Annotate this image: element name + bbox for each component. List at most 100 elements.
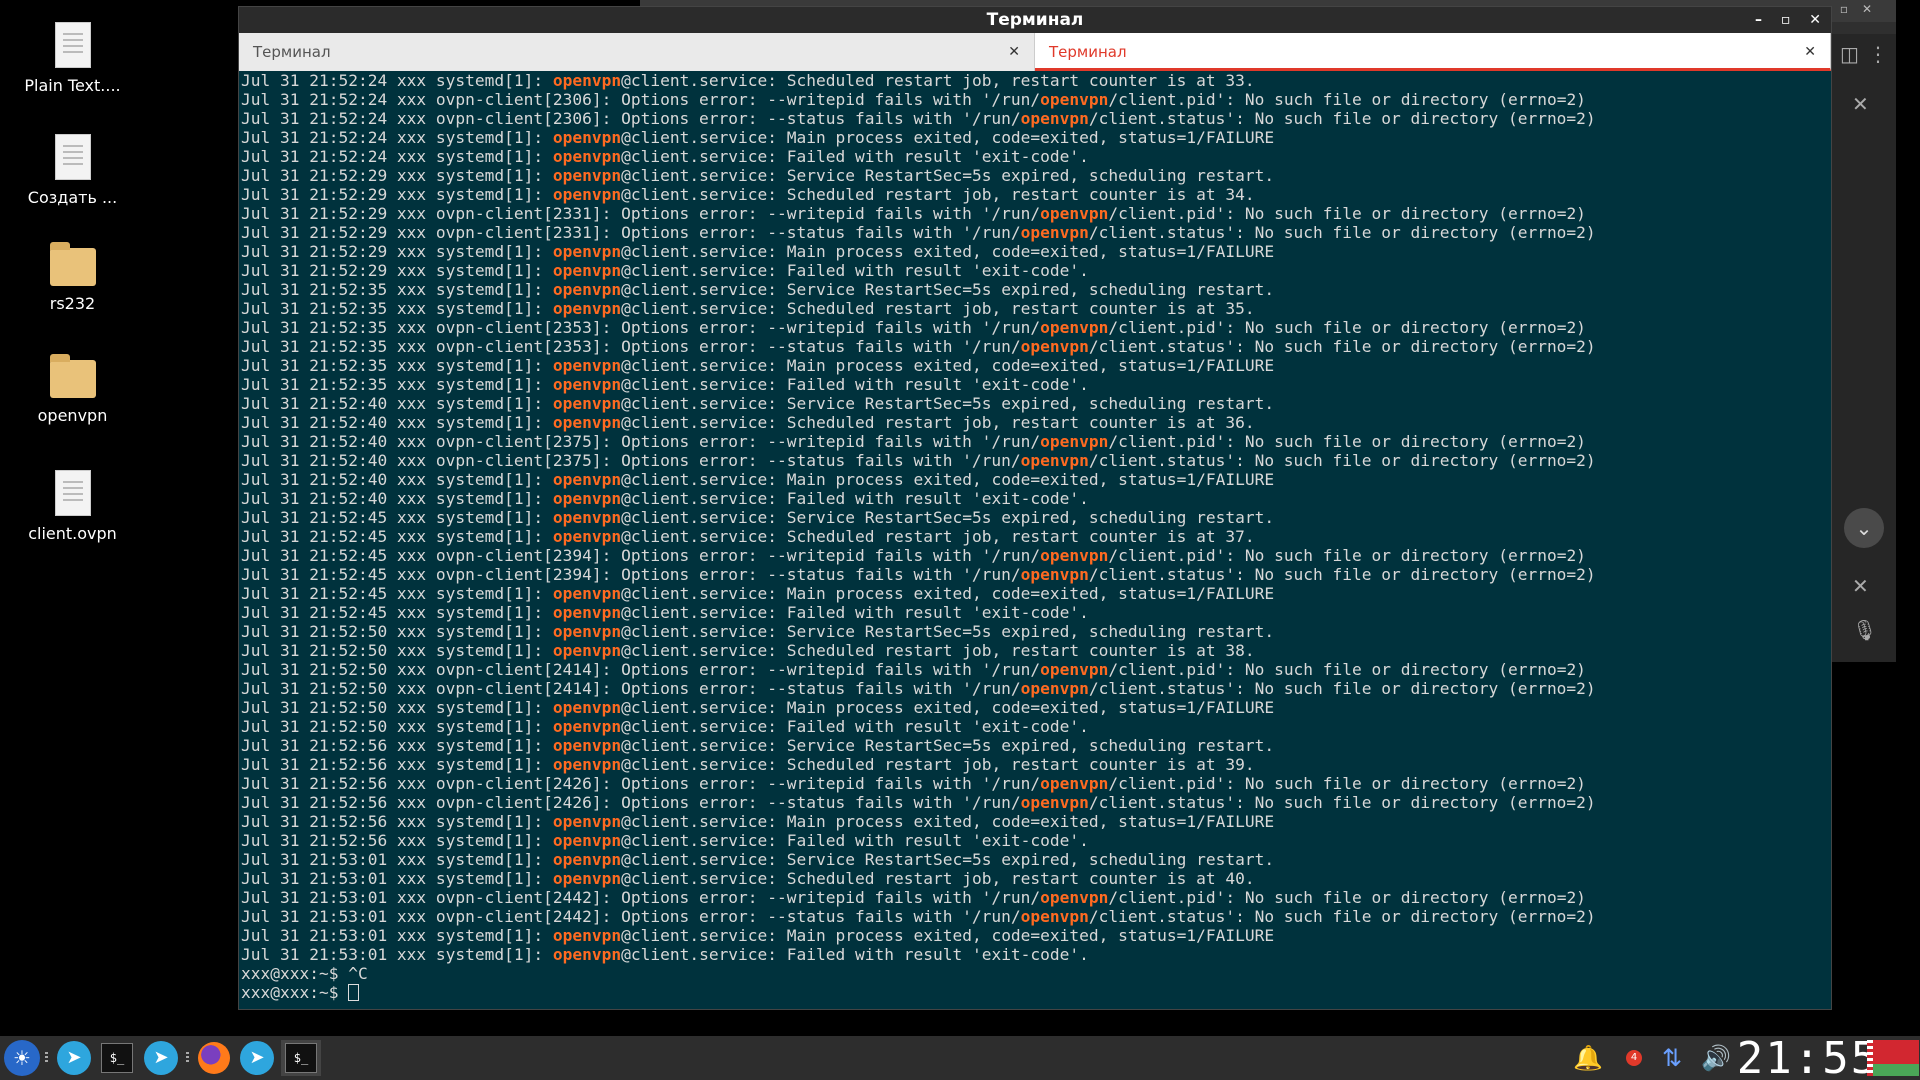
- highlighted-keyword: openvpn: [552, 166, 622, 185]
- highlighted-keyword: openvpn: [1040, 546, 1109, 565]
- highlighted-keyword: openvpn: [552, 698, 622, 717]
- highlighted-keyword: openvpn: [1020, 223, 1089, 242]
- terminal-line: Jul 31 21:52:45 xxx systemd[1]: openvpn@…: [241, 508, 1275, 527]
- highlighted-keyword: openvpn: [552, 527, 622, 546]
- terminal-line: xxx@xxx:~$ ^C: [241, 964, 368, 983]
- highlighted-keyword: openvpn: [552, 831, 622, 850]
- terminal-line: Jul 31 21:52:40 xxx ovpn-client[2375]: O…: [241, 432, 1586, 451]
- highlighted-keyword: openvpn: [1040, 318, 1109, 337]
- highlighted-keyword: openvpn: [1040, 432, 1109, 451]
- desktop-icon-rs232[interactable]: rs232: [10, 242, 135, 313]
- highlighted-keyword: openvpn: [552, 147, 622, 166]
- minimize-button[interactable]: –: [1755, 12, 1762, 28]
- close-icon[interactable]: ✕: [1852, 92, 1869, 116]
- terminal-line: Jul 31 21:52:40 xxx ovpn-client[2375]: O…: [241, 451, 1596, 470]
- terminal-line: Jul 31 21:52:29 xxx ovpn-client[2331]: O…: [241, 223, 1596, 242]
- highlighted-keyword: openvpn: [1040, 90, 1109, 109]
- volume-control[interactable]: 🔊: [1696, 1036, 1736, 1080]
- highlighted-keyword: openvpn: [552, 736, 622, 755]
- keyboard-layout[interactable]: [1866, 1036, 1920, 1080]
- terminal-line: Jul 31 21:52:29 xxx systemd[1]: openvpn@…: [241, 242, 1275, 261]
- window-controls: – ▫ ✕: [1741, 7, 1821, 33]
- terminal-line: Jul 31 21:52:24 xxx ovpn-client[2306]: O…: [241, 109, 1596, 128]
- terminal-line: Jul 31 21:52:45 xxx ovpn-client[2394]: O…: [241, 565, 1596, 584]
- close-button[interactable]: ✕: [1809, 12, 1821, 28]
- clock[interactable]: 21:55: [1737, 1033, 1877, 1080]
- chevron-down-icon[interactable]: ⌄: [1844, 508, 1884, 548]
- highlighted-keyword: openvpn: [552, 584, 622, 603]
- highlighted-keyword: openvpn: [552, 755, 622, 774]
- desktop-icon-label: Plain Text....: [24, 76, 121, 95]
- telegram-launcher-2[interactable]: ➤: [143, 1040, 179, 1076]
- highlighted-keyword: openvpn: [552, 242, 622, 261]
- terminal-line: Jul 31 21:52:45 xxx systemd[1]: openvpn@…: [241, 527, 1255, 546]
- notification-count[interactable]: 4: [1620, 1036, 1648, 1080]
- background-window-sidebar: ◫ ⋮ ✕ ⌄ ✕ 🎙: [1832, 34, 1896, 662]
- highlighted-keyword: openvpn: [552, 869, 622, 888]
- desktop-icon-client-ovpn[interactable]: client.ovpn: [10, 470, 135, 543]
- highlighted-keyword: openvpn: [1040, 660, 1109, 679]
- highlighted-keyword: openvpn: [552, 413, 622, 432]
- firefox-task[interactable]: [196, 1040, 232, 1076]
- terminal-line: Jul 31 21:52:50 xxx ovpn-client[2414]: O…: [241, 679, 1596, 698]
- terminal-launcher[interactable]: $_: [99, 1040, 135, 1076]
- desktop-icon-openvpn[interactable]: openvpn: [10, 354, 135, 425]
- maximize-button[interactable]: ▫: [1781, 12, 1791, 28]
- terminal-prompt[interactable]: xxx@xxx:~$: [241, 983, 1831, 1002]
- bell-icon: 🔔: [1573, 1044, 1603, 1072]
- terminal-line: Jul 31 21:52:50 xxx systemd[1]: openvpn@…: [241, 622, 1275, 641]
- tab-terminal-2[interactable]: Терминал ✕: [1035, 33, 1831, 71]
- more-menu-icon[interactable]: ⋮: [1868, 42, 1888, 66]
- close-tab-icon[interactable]: ✕: [1008, 33, 1020, 71]
- highlighted-keyword: openvpn: [552, 128, 622, 147]
- terminal-task[interactable]: $_: [281, 1040, 321, 1076]
- terminal-line: Jul 31 21:52:45 xxx ovpn-client[2394]: O…: [241, 546, 1586, 565]
- start-menu-button[interactable]: ☀: [4, 1040, 40, 1076]
- highlighted-keyword: openvpn: [552, 622, 622, 641]
- highlighted-keyword: openvpn: [552, 603, 622, 622]
- terminal-output[interactable]: Jul 31 21:52:24 xxx systemd[1]: openvpn@…: [239, 71, 1831, 1011]
- highlighted-keyword: openvpn: [1020, 565, 1089, 584]
- close-icon[interactable]: ✕: [1852, 574, 1869, 598]
- desktop-icon-create[interactable]: Создать ...: [10, 134, 135, 207]
- telegram-task[interactable]: ➤: [239, 1040, 275, 1076]
- terminal-line: Jul 31 21:52:56 xxx ovpn-client[2426]: O…: [241, 774, 1586, 793]
- notifications-button[interactable]: 🔔: [1568, 1036, 1608, 1080]
- terminal-line: Jul 31 21:52:24 xxx systemd[1]: openvpn@…: [241, 71, 1255, 90]
- highlighted-keyword: openvpn: [552, 717, 622, 736]
- desktop-icon-plain-text[interactable]: Plain Text....: [10, 22, 135, 95]
- desktop-icon-label: openvpn: [37, 406, 108, 425]
- terminal-line: Jul 31 21:53:01 xxx systemd[1]: openvpn@…: [241, 945, 1089, 964]
- tab-terminal-1[interactable]: Терминал ✕: [239, 33, 1035, 71]
- terminal-line: Jul 31 21:52:45 xxx systemd[1]: openvpn@…: [241, 584, 1275, 603]
- terminal-line: Jul 31 21:52:24 xxx systemd[1]: openvpn@…: [241, 128, 1275, 147]
- folder-icon: [49, 354, 96, 398]
- network-status[interactable]: ⇅: [1654, 1036, 1690, 1080]
- microphone-icon[interactable]: 🎙: [1852, 618, 1877, 642]
- terminal-line: Jul 31 21:52:40 xxx systemd[1]: openvpn@…: [241, 413, 1255, 432]
- taskbar-separator: [45, 1052, 48, 1064]
- desktop-icon-label: client.ovpn: [28, 524, 117, 543]
- highlighted-keyword: openvpn: [552, 508, 622, 527]
- telegram-launcher[interactable]: ➤: [56, 1040, 92, 1076]
- terminal-line: Jul 31 21:52:50 xxx systemd[1]: openvpn@…: [241, 698, 1275, 717]
- terminal-line: Jul 31 21:52:56 xxx systemd[1]: openvpn@…: [241, 831, 1089, 850]
- network-transfer-icon: ⇅: [1661, 1044, 1683, 1072]
- tab-label: Терминал: [253, 43, 331, 61]
- terminal-line: Jul 31 21:52:24 xxx systemd[1]: openvpn@…: [241, 147, 1089, 166]
- terminal-line: Jul 31 21:53:01 xxx systemd[1]: openvpn@…: [241, 850, 1275, 869]
- folder-icon: [49, 242, 96, 286]
- terminal-line: Jul 31 21:53:01 xxx systemd[1]: openvpn@…: [241, 926, 1275, 945]
- notification-badge: 4: [1626, 1050, 1642, 1066]
- taskbar-separator: [186, 1052, 189, 1064]
- terminal-line: Jul 31 21:52:56 xxx ovpn-client[2426]: O…: [241, 793, 1596, 812]
- terminal-line: Jul 31 21:52:40 xxx systemd[1]: openvpn@…: [241, 489, 1089, 508]
- speaker-icon: 🔊: [1701, 1044, 1731, 1072]
- text-file-icon: [54, 470, 91, 516]
- terminal-line: Jul 31 21:52:35 xxx ovpn-client[2353]: O…: [241, 337, 1596, 356]
- highlighted-keyword: openvpn: [552, 641, 622, 660]
- terminal-window[interactable]: Терминал – ▫ ✕ Терминал ✕ Терминал ✕ Jul…: [238, 6, 1832, 1010]
- telegram-icon: ➤: [57, 1041, 91, 1075]
- panel-icon[interactable]: ◫: [1840, 42, 1859, 66]
- close-tab-icon[interactable]: ✕: [1804, 33, 1816, 71]
